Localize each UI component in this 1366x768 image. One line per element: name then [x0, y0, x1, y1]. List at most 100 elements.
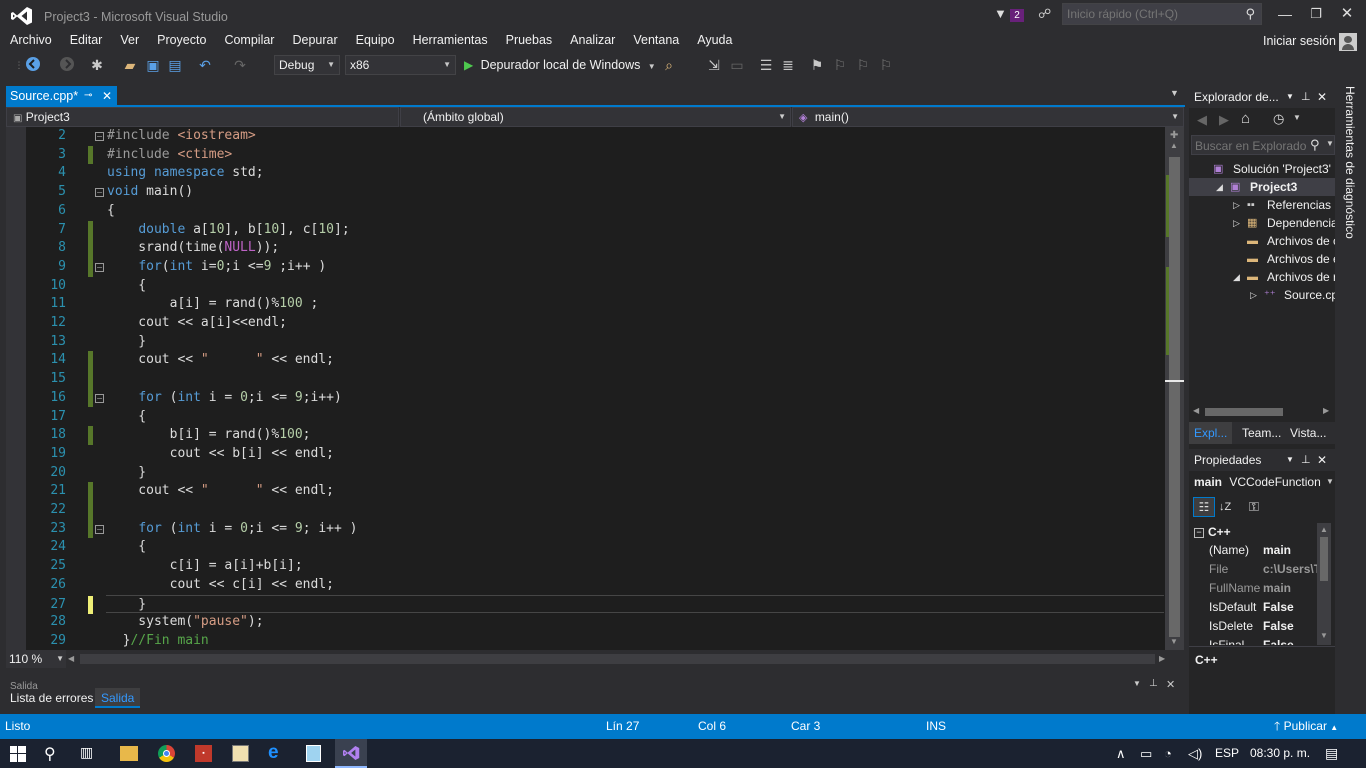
save-icon[interactable]: ▣	[144, 56, 162, 74]
collapse-region-icon[interactable]: −	[95, 524, 104, 534]
code-line[interactable]: 4 using namespace std;	[6, 164, 1164, 183]
panel-options-icon[interactable]: ▼	[1133, 679, 1141, 688]
next-bookmark-icon[interactable]: ⚐	[854, 56, 872, 74]
editor-vertical-scrollbar[interactable]: ✚ ▲ ▼	[1165, 127, 1184, 650]
close-tab-icon[interactable]: ✕	[102, 86, 112, 106]
tab-source-cpp[interactable]: Source.cpp* ⊸ ✕	[6, 86, 117, 106]
code-line[interactable]: 27 }	[50, 594, 1164, 615]
scrollbar-thumb[interactable]	[1205, 408, 1283, 416]
tree-item[interactable]: ▷ ⁺⁺ Source.cpp	[1189, 286, 1335, 304]
code-line[interactable]: 28 system("pause");	[6, 613, 1164, 632]
sign-in-link[interactable]: Iniciar sesión	[1263, 31, 1336, 52]
chevron-down-icon[interactable]: ▼	[1326, 139, 1334, 148]
code-line[interactable]: 7 double a[10], b[10], c[10];	[6, 220, 1164, 240]
property-row[interactable]: File c:\Users\T	[1189, 560, 1317, 579]
property-row[interactable]: IsDefault False	[1189, 598, 1317, 617]
property-row[interactable]: (Name) main	[1189, 541, 1317, 560]
taskbar-search-icon[interactable]: ⚲	[44, 744, 56, 764]
menu-proyecto[interactable]: Proyecto	[148, 31, 215, 50]
windows-start-icon[interactable]	[10, 746, 26, 762]
code-line[interactable]: 26 cout << c[i] << endl;	[6, 576, 1164, 595]
split-editor-icon[interactable]: ✚	[1170, 130, 1178, 141]
code-line[interactable]: 24 {	[6, 538, 1164, 557]
property-pages-icon[interactable]: ⚿	[1249, 498, 1267, 516]
open-file-icon[interactable]: ▰	[121, 56, 139, 74]
menu-analizar[interactable]: Analizar	[561, 31, 624, 50]
tab-team-explorer[interactable]: Team...	[1237, 422, 1286, 444]
collapse-region-icon[interactable]: −	[95, 393, 104, 403]
start-debugging-button[interactable]: ▶ Depurador local de Windows ▼	[464, 55, 656, 75]
code-line[interactable]: 13 }	[6, 333, 1164, 352]
collapsed-arrow-icon[interactable]: ▷	[1233, 196, 1240, 214]
file-explorer-icon[interactable]	[120, 746, 138, 761]
property-row[interactable]: IsDelete False	[1189, 617, 1317, 636]
step-into-icon[interactable]: ⇲	[705, 56, 723, 74]
solution-search-box[interactable]: ⚲ ▼	[1191, 135, 1335, 155]
close-panel-icon[interactable]: ✕	[1317, 449, 1327, 471]
menu-archivo[interactable]: Archivo	[1, 31, 61, 50]
clock[interactable]: 08:30 p. m.	[1250, 739, 1310, 768]
pin-icon[interactable]: ⊥	[1301, 86, 1311, 108]
minimize-button[interactable]: —	[1274, 4, 1296, 24]
code-line[interactable]: 20 }	[6, 464, 1164, 483]
scroll-down-icon[interactable]: ▼	[1170, 637, 1178, 646]
network-icon[interactable]: ◔	[1164, 739, 1172, 768]
code-line[interactable]: 19 cout << b[i] << endl;	[6, 445, 1164, 464]
diagnostic-tools-tab[interactable]: Herramientas de diagnóstico	[1335, 86, 1366, 714]
zoom-select[interactable]: 110 % ▼	[6, 650, 66, 668]
toggle-bookmark-disabled-icon[interactable]: ▭	[728, 56, 746, 74]
tree-item[interactable]: ▷ ▦ Dependencias	[1189, 214, 1335, 232]
redo-icon[interactable]: ↷	[231, 56, 249, 74]
scroll-right-icon[interactable]: ▶	[1159, 654, 1165, 663]
bookmark-icon[interactable]: ⚑	[808, 56, 826, 74]
undo-icon[interactable]: ↶	[196, 56, 214, 74]
code-line[interactable]: 9 − for(int i=0;i <=9 ;i++ )	[6, 257, 1164, 277]
code-line[interactable]: 21 cout << " " << endl;	[6, 482, 1164, 501]
solution-platform-select[interactable]: x86 ▼	[345, 55, 456, 75]
scrollbar-thumb[interactable]	[1320, 537, 1328, 581]
panel-options-icon[interactable]: ▼	[1286, 449, 1294, 471]
collapse-region-icon[interactable]: −	[95, 188, 104, 198]
chrome-icon[interactable]	[158, 745, 175, 762]
code-line[interactable]: 17 {	[6, 408, 1164, 427]
app-2018-icon[interactable]: ▪	[195, 745, 212, 762]
task-view-icon[interactable]: ▥	[80, 744, 93, 761]
solution-configuration-select[interactable]: Debug ▼	[274, 55, 340, 75]
comment-lines-icon[interactable]: ☰	[757, 56, 775, 74]
close-panel-icon[interactable]: ✕	[1166, 678, 1175, 691]
code-line[interactable]: 18 b[i] = rand()%100;	[6, 426, 1164, 445]
new-project-icon[interactable]: ✱	[88, 56, 106, 74]
feedback-icon[interactable]: ☍	[1038, 6, 1054, 22]
paint-icon[interactable]	[232, 745, 249, 762]
scroll-left-icon[interactable]: ◀	[68, 654, 74, 663]
property-grid-scrollbar[interactable]: ▲ ▼	[1317, 523, 1331, 645]
chevron-down-icon[interactable]: ▼	[1293, 113, 1301, 122]
tab-solution-explorer[interactable]: Expl...	[1189, 422, 1233, 444]
navigate-forward-icon[interactable]	[58, 56, 76, 74]
tree-horizontal-scrollbar[interactable]: ◀ ▶	[1189, 404, 1335, 420]
menu-depurar[interactable]: Depurar	[283, 31, 346, 50]
scroll-up-icon[interactable]: ▲	[1320, 525, 1328, 534]
expanded-arrow-icon[interactable]: ◢	[1233, 268, 1240, 286]
code-line[interactable]: 8 srand(time(NULL));	[6, 239, 1164, 258]
tree-item[interactable]: ◢ ▬ Archivos de re	[1189, 268, 1335, 286]
code-line[interactable]: 16 − for (int i = 0;i <= 9;i++)	[6, 388, 1164, 408]
tab-class-view[interactable]: Vista...	[1285, 422, 1331, 444]
menu-compilar[interactable]: Compilar	[215, 31, 283, 50]
property-category[interactable]: − C++	[1189, 522, 1317, 542]
collapse-region-icon[interactable]: −	[95, 262, 104, 272]
menu-ventana[interactable]: Ventana	[624, 31, 688, 50]
code-line[interactable]: 29 }//Fin main	[6, 632, 1164, 650]
menu-editar[interactable]: Editar	[61, 31, 112, 50]
back-icon[interactable]: ◀	[1197, 112, 1207, 128]
avatar[interactable]	[1339, 33, 1357, 51]
code-line[interactable]: 14 cout << " " << endl;	[6, 351, 1164, 371]
code-line[interactable]: 25 c[i] = a[i]+b[i];	[6, 557, 1164, 576]
scroll-up-icon[interactable]: ▲	[1170, 141, 1178, 150]
navigate-back-icon[interactable]	[24, 56, 42, 74]
code-line[interactable]: 6{	[6, 202, 1164, 221]
collapsed-arrow-icon[interactable]: ▷	[1250, 286, 1257, 304]
tray-chevron-up-icon[interactable]: ∧	[1116, 739, 1126, 768]
menu-ver[interactable]: Ver	[111, 31, 148, 50]
history-icon[interactable]: ◷	[1273, 111, 1284, 127]
